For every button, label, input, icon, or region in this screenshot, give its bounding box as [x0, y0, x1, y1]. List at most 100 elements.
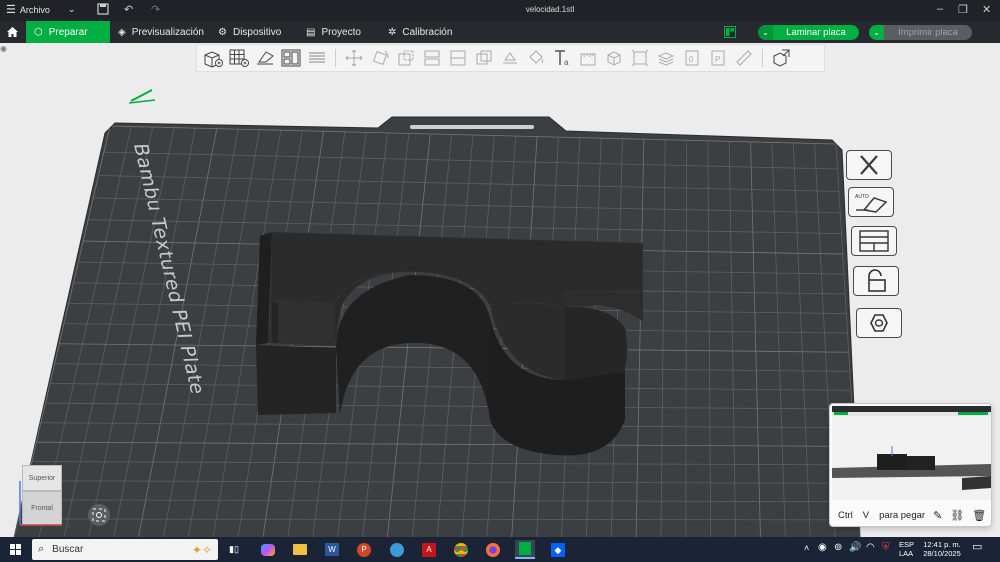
- tab-previsualizacion[interactable]: ◈ Previsualización: [110, 21, 212, 43]
- chevron-up-icon[interactable]: ˄: [804, 544, 809, 553]
- rotate-icon: [372, 50, 389, 66]
- plate-handle: [410, 125, 534, 129]
- word-icon[interactable]: W: [322, 540, 342, 559]
- cut-tool[interactable]: [446, 47, 470, 69]
- layers-tool[interactable]: [654, 47, 678, 69]
- calibration-icon: ✲: [388, 26, 397, 38]
- slice-plate-button[interactable]: ⌄ Laminar placa: [758, 25, 859, 40]
- print-settings-tool[interactable]: P: [706, 47, 730, 69]
- tab-label: Dispositivo: [232, 26, 282, 38]
- view-cube[interactable]: Superior Frontal x: [18, 465, 71, 530]
- print-plate-button[interactable]: ⌄ Imprimir placa: [869, 25, 972, 40]
- language-indicator[interactable]: ESP LAA: [899, 540, 914, 558]
- trash-icon[interactable]: 🗑: [972, 509, 986, 522]
- paste-hint-row: Ctrl V para pegar ✎ ⛓ 🗑: [830, 504, 993, 526]
- measure-icon: [580, 53, 596, 66]
- lang-bottom: LAA: [899, 549, 914, 558]
- lang-top: ESP: [899, 540, 915, 549]
- reset-view-button[interactable]: [88, 504, 110, 526]
- variable-layer-tool[interactable]: 0: [680, 47, 704, 69]
- clock[interactable]: 12:41 p. m. 28/10/2025: [922, 540, 962, 558]
- edge-icon[interactable]: [387, 540, 407, 559]
- chevron-down-icon[interactable]: ⌄: [869, 25, 884, 40]
- wifi-icon[interactable]: ◠: [866, 543, 875, 553]
- seam-tool[interactable]: [732, 47, 756, 69]
- link-icon[interactable]: ⛓: [950, 509, 964, 522]
- explode-icon: [773, 49, 790, 67]
- measure-tool[interactable]: [576, 47, 600, 69]
- project-icon: ▤: [306, 26, 316, 38]
- task-view-icon[interactable]: ▮▯: [224, 540, 244, 559]
- explode-tool[interactable]: [769, 47, 793, 69]
- delete-all-button[interactable]: [846, 150, 892, 180]
- home-button[interactable]: [0, 21, 24, 43]
- chevron-down-icon[interactable]: ⌄: [758, 25, 773, 40]
- move-icon: [345, 49, 363, 67]
- pencil-edit-icon[interactable]: [128, 89, 156, 104]
- arrange-tool[interactable]: [279, 47, 303, 69]
- support-paint-icon: [503, 52, 517, 64]
- assembly-tool[interactable]: [602, 47, 626, 69]
- notifications-icon[interactable]: ▭: [972, 542, 982, 553]
- add-object-tool[interactable]: [201, 47, 225, 69]
- firefox-icon[interactable]: [483, 540, 503, 559]
- lock-plate-button[interactable]: [853, 266, 899, 296]
- move-tool[interactable]: [342, 47, 366, 69]
- plate-layout-icon[interactable]: [724, 26, 736, 41]
- hexagon-icon: [870, 314, 888, 332]
- scale-icon: [398, 50, 414, 66]
- taskbar-search[interactable]: ⌕ Buscar ✦✧: [32, 539, 218, 560]
- dropbox-icon[interactable]: ◆: [548, 540, 568, 559]
- boolean-tool[interactable]: [472, 47, 496, 69]
- print-plate-label: Imprimir placa: [898, 27, 958, 38]
- color-paint-tool[interactable]: [524, 47, 548, 69]
- grid-plate-icon: [229, 49, 249, 67]
- text-tool[interactable]: a: [550, 47, 574, 69]
- record-icon[interactable]: ◉: [818, 543, 827, 553]
- fit-tool[interactable]: [628, 47, 652, 69]
- security-icon[interactable]: ⛨: [882, 543, 890, 553]
- tab-label: Preparar: [48, 26, 88, 38]
- bambu-studio-icon[interactable]: [515, 540, 535, 559]
- support-paint-tool[interactable]: [498, 47, 522, 69]
- plate-settings-button[interactable]: [856, 308, 902, 338]
- rotate-tool[interactable]: [368, 47, 392, 69]
- p-document-icon: P: [711, 50, 725, 66]
- file-explorer-icon[interactable]: [290, 540, 310, 559]
- collapse-sidebar-icon[interactable]: ◉: [0, 44, 10, 56]
- restore-icon[interactable]: ❐: [958, 3, 968, 16]
- scale-tool[interactable]: [394, 47, 418, 69]
- windows-start-button[interactable]: [10, 544, 21, 557]
- close-icon[interactable]: ✕: [982, 3, 991, 16]
- tab-proyecto[interactable]: ▤ Proyecto: [298, 21, 369, 43]
- pencil-icon[interactable]: ✎: [933, 509, 942, 522]
- main-tab-bar: ⬡ Preparar ◈ Previsualización ⚙ Disposit…: [0, 21, 1000, 43]
- pdf-reader-icon[interactable]: A: [419, 540, 439, 559]
- add-plate-tool[interactable]: [227, 47, 251, 69]
- powerpoint-icon[interactable]: P: [354, 540, 374, 559]
- arrange-icon: [281, 49, 301, 67]
- split-plate-tool[interactable]: [305, 47, 329, 69]
- paste-hint: para pegar: [879, 509, 926, 521]
- minimize-icon[interactable]: –: [937, 3, 943, 15]
- tab-label: Calibración: [402, 26, 453, 38]
- tab-preparar[interactable]: ⬡ Preparar: [26, 21, 110, 43]
- close-icon: [860, 155, 878, 175]
- auto-orient-tool[interactable]: [253, 47, 277, 69]
- clipboard-history-popup[interactable]: Ctrl V para pegar ✎ ⛓ 🗑: [829, 403, 992, 527]
- auto-orient-icon: [257, 51, 274, 65]
- chrome-icon[interactable]: [451, 540, 471, 559]
- fit-icon: [631, 49, 649, 67]
- tab-label: Proyecto: [321, 26, 361, 38]
- lay-on-face-tool[interactable]: [420, 47, 444, 69]
- tab-calibracion[interactable]: ✲ Calibración: [380, 21, 460, 43]
- arrange-plate-button[interactable]: [851, 226, 897, 256]
- copilot-icon[interactable]: [258, 540, 278, 559]
- tab-dispositivo[interactable]: ⚙ Dispositivo: [210, 21, 289, 43]
- volume-icon[interactable]: 🔊: [849, 543, 861, 553]
- clipboard-thumbnail[interactable]: [832, 406, 991, 500]
- toolbar-separator: [762, 49, 763, 67]
- auto-arrange-button[interactable]: AUTO: [848, 187, 894, 217]
- location-icon[interactable]: ⊚: [834, 543, 842, 553]
- boolean-icon: [476, 50, 492, 65]
